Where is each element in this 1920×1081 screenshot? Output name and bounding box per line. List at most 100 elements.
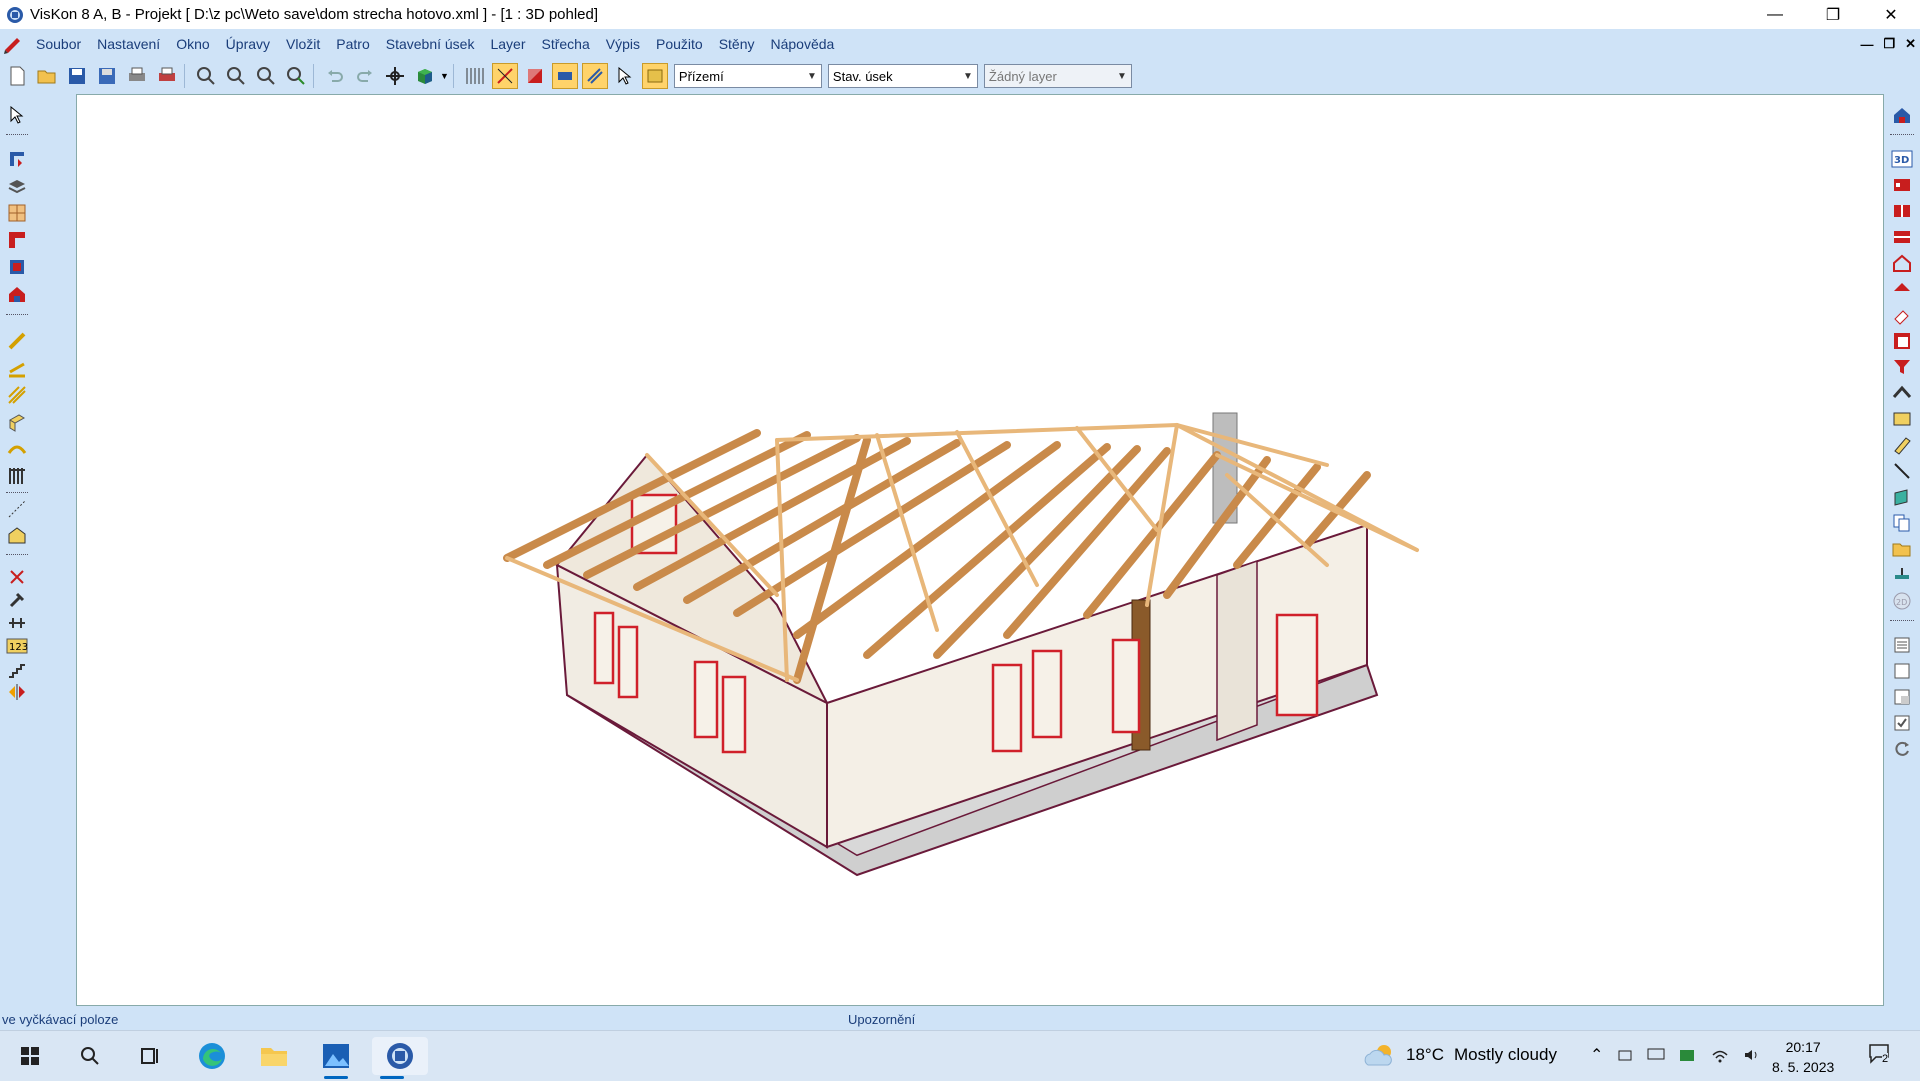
floor-plan-button[interactable]: [1889, 226, 1915, 248]
menu-vlozit[interactable]: Vložit: [278, 36, 328, 52]
status-warning[interactable]: Upozornění: [848, 1012, 915, 1027]
menu-steny[interactable]: Stěny: [711, 36, 763, 52]
slab-tool-button[interactable]: [4, 175, 30, 197]
studs-tool-button[interactable]: [4, 465, 30, 487]
zoom-all-button[interactable]: [283, 63, 309, 89]
mdi-minimize-icon[interactable]: —: [1860, 37, 1873, 52]
search-button[interactable]: [70, 1037, 110, 1075]
task-view-button[interactable]: [130, 1037, 170, 1075]
layer-display-button[interactable]: [551, 63, 578, 89]
purlin-tool-button[interactable]: [4, 357, 30, 379]
roof-frame-tool-button[interactable]: [4, 524, 30, 546]
volume-icon[interactable]: [1743, 1047, 1761, 1063]
save-as-button[interactable]: [94, 63, 120, 89]
app-tray-icon[interactable]: [1679, 1047, 1697, 1063]
ridge-button[interactable]: [1889, 382, 1915, 404]
catalog-button[interactable]: [641, 63, 668, 89]
select-button[interactable]: [612, 63, 638, 89]
house-view-button[interactable]: [1889, 104, 1915, 126]
grid-button[interactable]: [462, 63, 488, 89]
wall-display-button[interactable]: [522, 63, 548, 89]
numbering-tool-button[interactable]: 123: [4, 635, 30, 657]
viskon-taskbar-button[interactable]: [372, 1037, 428, 1079]
delete-tool-button[interactable]: [4, 566, 30, 588]
menu-nastaveni[interactable]: Nastavení: [89, 36, 168, 52]
roof-button[interactable]: [1889, 278, 1915, 300]
menu-okno[interactable]: Okno: [168, 36, 217, 52]
elevation-view-button[interactable]: [1889, 174, 1915, 196]
house-tool-button[interactable]: [4, 283, 30, 305]
notification-center-button[interactable]: 2: [1868, 1043, 1892, 1068]
render-mode-button[interactable]: [412, 63, 438, 89]
file-explorer-button[interactable]: [254, 1037, 294, 1075]
stair-tool-button[interactable]: [4, 658, 30, 680]
menu-napoveda[interactable]: Nápověda: [763, 36, 843, 52]
panel-button[interactable]: [1889, 486, 1915, 508]
mirror-tool-button[interactable]: [4, 681, 30, 703]
menu-pouzito[interactable]: Použito: [648, 36, 711, 52]
layer-select[interactable]: Žádný layer ▼: [983, 64, 1132, 88]
menu-stavebni-usek[interactable]: Stavební úsek: [378, 36, 483, 52]
undo-button[interactable]: [322, 63, 348, 89]
print-button[interactable]: [124, 63, 150, 89]
pencil-app-icon[interactable]: [2, 33, 24, 55]
zoom-out-button[interactable]: [223, 63, 249, 89]
mdi-close-icon[interactable]: ✕: [1905, 36, 1916, 52]
menu-soubor[interactable]: Soubor: [28, 36, 89, 52]
wall-tool-button[interactable]: [4, 229, 30, 251]
hatch-button[interactable]: [581, 63, 608, 89]
copy-button[interactable]: [1889, 512, 1915, 534]
save-button[interactable]: [64, 63, 90, 89]
truss-tool-button[interactable]: [4, 384, 30, 406]
redo-button[interactable]: [352, 63, 378, 89]
column-tool-button[interactable]: [4, 256, 30, 278]
edge-browser-button[interactable]: [192, 1037, 232, 1075]
tools-button[interactable]: [4, 589, 30, 611]
2d-view-button[interactable]: 2D: [1889, 590, 1915, 612]
beam-tool-button[interactable]: [4, 411, 30, 433]
door-tool-button[interactable]: [4, 148, 30, 170]
restore-button[interactable]: ❐: [1804, 0, 1862, 29]
clock[interactable]: 20:17 8. 5. 2023: [1772, 1037, 1834, 1077]
select-tool-button[interactable]: [4, 104, 30, 126]
print-preview-button[interactable]: [154, 63, 180, 89]
zoom-in-button[interactable]: [193, 63, 219, 89]
open-button[interactable]: [34, 63, 60, 89]
mdi-restore-icon[interactable]: ❐: [1883, 36, 1895, 52]
3d-view-button[interactable]: 3D: [1889, 148, 1915, 170]
arch-tool-button[interactable]: [4, 438, 30, 460]
floor-select[interactable]: Přízemí ▼: [673, 64, 822, 88]
menu-upravy[interactable]: Úpravy: [218, 36, 278, 52]
page-button[interactable]: [1889, 686, 1915, 708]
plate-button[interactable]: [1889, 408, 1915, 430]
3d-view-canvas[interactable]: [76, 94, 1884, 1006]
meet-now-icon[interactable]: [1617, 1047, 1633, 1063]
menu-strecha[interactable]: Střecha: [534, 36, 598, 52]
menu-layer[interactable]: Layer: [482, 36, 533, 52]
sink-button[interactable]: [1889, 564, 1915, 586]
measure-tool-button[interactable]: [4, 612, 30, 634]
yellow-beam-button[interactable]: [1889, 434, 1915, 456]
list-button[interactable]: [1889, 634, 1915, 656]
menu-patro[interactable]: Patro: [328, 36, 377, 52]
photos-app-button[interactable]: [316, 1037, 356, 1079]
house-red-button[interactable]: [1889, 252, 1915, 274]
minimize-button[interactable]: —: [1746, 0, 1804, 29]
dimension-line-tool-button[interactable]: [4, 498, 30, 520]
line-button[interactable]: [1889, 460, 1915, 482]
pan-button[interactable]: [382, 63, 408, 89]
window-tool-button[interactable]: [4, 202, 30, 224]
section-view-button[interactable]: [1889, 200, 1915, 222]
chevron-down-icon[interactable]: ▼: [440, 71, 449, 81]
frame-button[interactable]: [1889, 660, 1915, 682]
filter-button[interactable]: [1889, 356, 1915, 378]
wall-view-button[interactable]: [1889, 330, 1915, 352]
snap-button[interactable]: [491, 63, 518, 89]
new-file-button[interactable]: [4, 63, 30, 89]
close-button[interactable]: ✕: [1862, 0, 1920, 29]
checkbox-button[interactable]: [1889, 712, 1915, 734]
wifi-icon[interactable]: [1711, 1047, 1729, 1063]
start-button[interactable]: [10, 1037, 50, 1075]
refresh-button[interactable]: [1889, 738, 1915, 760]
folder-button[interactable]: [1889, 538, 1915, 560]
